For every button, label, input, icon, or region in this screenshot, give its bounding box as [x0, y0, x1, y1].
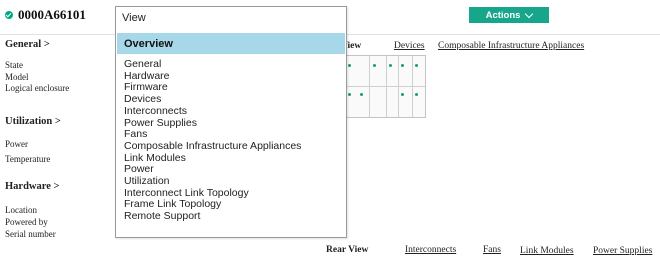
actions-button[interactable]: Actions	[469, 7, 549, 23]
bay-status-icon	[401, 93, 404, 96]
section-hardware-link[interactable]: Hardware >	[5, 181, 60, 192]
enclosure-front-diagram[interactable]	[342, 55, 426, 118]
label-state: State	[5, 60, 23, 70]
label-powered-by: Powered by	[5, 216, 48, 227]
section-utilization-link[interactable]: Utilization >	[5, 116, 61, 127]
label-location: Location	[5, 205, 37, 215]
dropdown-option-composable-appliances[interactable]: Composable Infrastructure Appliances	[124, 140, 301, 153]
bay-status-icon	[415, 93, 418, 96]
label-serial-number: Serial number	[5, 229, 56, 239]
bay-status-icon	[401, 64, 404, 67]
bay-status-icon	[415, 64, 418, 67]
interconnects-link[interactable]: Interconnects	[405, 245, 456, 255]
dropdown-option-interconnects[interactable]: Interconnects	[124, 105, 301, 118]
devices-link[interactable]: Devices	[394, 41, 425, 51]
bay-status-icon	[360, 93, 363, 96]
bay-status-icon	[373, 64, 376, 67]
page-title: 0000A66101	[18, 7, 86, 22]
actions-button-label: Actions	[485, 9, 521, 21]
status-ok-icon	[5, 11, 13, 19]
view-options-list: General Hardware Firmware Devices Interc…	[124, 58, 301, 223]
bay-status-icon	[389, 64, 392, 67]
view-dropdown-input[interactable]: View	[122, 12, 146, 24]
link-modules-link[interactable]: Link Modules	[520, 246, 574, 256]
bay-status-icon	[348, 64, 351, 67]
dropdown-option-overview[interactable]: Overview	[117, 33, 345, 54]
label-power: Power	[5, 139, 28, 149]
dropdown-option-remote-support[interactable]: Remote Support	[124, 210, 301, 223]
bay-status-icon	[348, 93, 351, 96]
label-temperature: Temperature	[5, 154, 51, 164]
composable-appliances-link[interactable]: Composable Infrastructure Appliances	[438, 41, 584, 51]
dropdown-option-power-supplies[interactable]: Power Supplies	[124, 117, 301, 130]
section-general-link[interactable]: General >	[5, 39, 50, 50]
chevron-down-icon	[525, 9, 534, 18]
dropdown-option-utilization[interactable]: Utilization	[124, 175, 301, 188]
rear-view-title: Rear View	[326, 245, 369, 255]
fans-link[interactable]: Fans	[483, 245, 501, 255]
view-dropdown[interactable]: View Overview General Hardware Firmware …	[115, 6, 347, 238]
power-supplies-link[interactable]: Power Supplies	[593, 246, 652, 256]
dropdown-option-general[interactable]: General	[124, 58, 301, 71]
label-model: Model	[5, 71, 29, 82]
label-logical-enclosure: Logical enclosure	[5, 83, 70, 93]
